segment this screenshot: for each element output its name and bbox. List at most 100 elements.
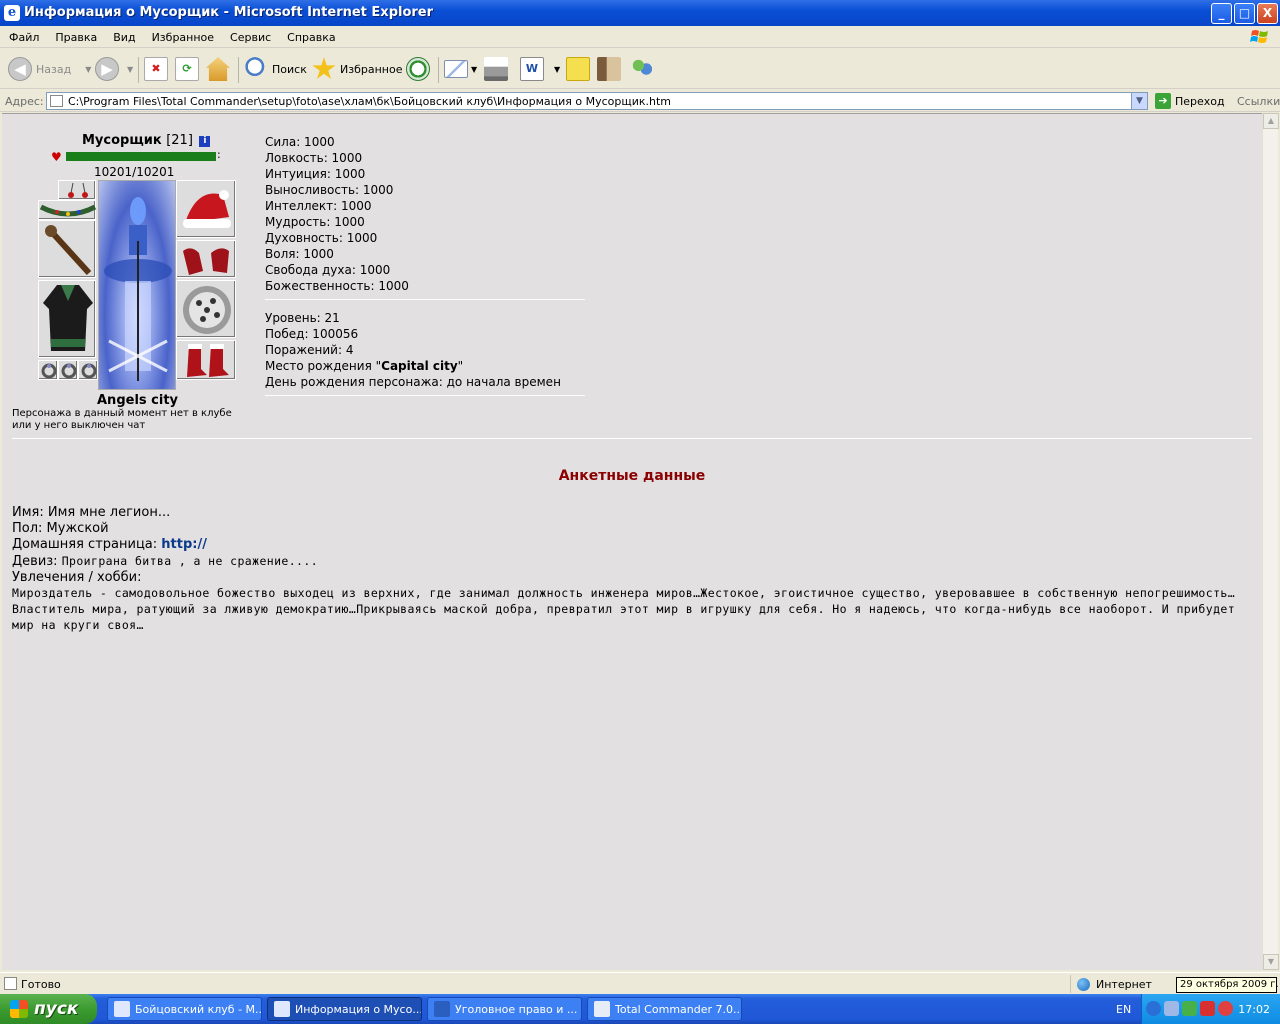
menu-view[interactable]: Вид xyxy=(104,27,142,49)
start-button[interactable]: пуск xyxy=(0,994,97,1024)
address-dropdown-icon[interactable]: ▼ xyxy=(1131,93,1147,109)
forward-dropdown-icon[interactable]: ▼ xyxy=(127,65,133,74)
task-info-page[interactable]: Информация о Мусо... xyxy=(267,997,422,1021)
clock[interactable]: 17:02 xyxy=(1238,1003,1270,1016)
mittens-icon xyxy=(183,248,229,275)
address-label: Адрес: xyxy=(5,95,44,108)
windows-logo-icon xyxy=(1250,30,1268,43)
opera-icon[interactable] xyxy=(1218,1001,1233,1016)
record-list: Уровень: 21 Побед: 100056 Поражений: 4 М… xyxy=(265,310,561,390)
star-icon xyxy=(312,57,336,79)
history-button[interactable] xyxy=(406,55,430,83)
zone-label: Интернет xyxy=(1096,977,1152,991)
task-label: Информация о Мусо... xyxy=(295,1002,422,1016)
spiked-shield-icon xyxy=(183,286,231,334)
stat-spirituality: Духовность: 1000 xyxy=(265,231,378,245)
anketa-title: Анкетные данные xyxy=(558,468,706,484)
scroll-down-icon[interactable]: ▼ xyxy=(1263,954,1279,970)
history-icon xyxy=(406,57,430,81)
anketa-gender: Пол: Мужской xyxy=(12,521,109,536)
earrings-icon xyxy=(68,182,88,198)
vertical-scrollbar[interactable]: ▲ ▼ xyxy=(1262,113,1279,970)
gloves-slot[interactable] xyxy=(176,240,236,278)
task-word-document[interactable]: Уголовное право и ... xyxy=(427,997,582,1021)
info-icon[interactable]: i xyxy=(199,136,211,147)
task-fight-club[interactable]: Бойцовский клуб - M... xyxy=(107,997,262,1021)
minimize-button[interactable]: _ xyxy=(1211,3,1232,24)
boots-slot[interactable] xyxy=(176,340,236,380)
back-dropdown-icon[interactable]: ▼ xyxy=(85,65,91,74)
menu-edit[interactable]: Правка xyxy=(46,27,104,49)
menu-help[interactable]: Справка xyxy=(278,27,342,49)
links-button[interactable]: Ссылки xyxy=(1237,95,1280,108)
go-button[interactable]: ➔ Переход xyxy=(1155,92,1225,110)
title-bar[interactable]: e Информация о Мусорщик - Microsoft Inte… xyxy=(0,0,1280,26)
menu-tools[interactable]: Сервис xyxy=(221,27,278,49)
toolbar-separator xyxy=(138,57,139,83)
taskbar: пуск Бойцовский клуб - M... Информация о… xyxy=(0,994,1280,1024)
total-commander-icon xyxy=(594,1001,610,1017)
print-button[interactable] xyxy=(484,55,508,83)
menu-file[interactable]: Файл xyxy=(0,27,46,49)
necklace-slot[interactable] xyxy=(38,200,97,220)
home-icon xyxy=(206,57,230,81)
forward-button[interactable]: ▶ ▼ xyxy=(95,55,133,83)
ring-slot-2[interactable] xyxy=(58,360,78,380)
menu-favorites[interactable]: Избранное xyxy=(143,27,221,49)
stats-list: Сила: 1000 Ловкость: 1000 Интуиция: 1000… xyxy=(265,134,409,294)
ring-slot-3[interactable] xyxy=(78,360,98,380)
helmet-slot[interactable] xyxy=(176,180,236,238)
home-button[interactable] xyxy=(206,55,230,83)
status-bar: Готово Интернет xyxy=(0,972,1280,994)
safely-remove-icon[interactable] xyxy=(1182,1001,1197,1016)
back-button[interactable]: ◀ Назад ▼ xyxy=(8,55,91,83)
discuss-button[interactable] xyxy=(566,55,590,83)
task-total-commander[interactable]: Total Commander 7.0... xyxy=(587,997,742,1021)
task-label: Уголовное право и ... xyxy=(455,1002,578,1016)
stats-divider xyxy=(265,299,585,300)
page-icon xyxy=(50,95,63,107)
refresh-button[interactable]: ⟳ xyxy=(175,55,199,83)
mail-dropdown-icon[interactable]: ▼ xyxy=(471,65,477,74)
mail-button[interactable]: ▼ xyxy=(444,55,477,83)
research-button[interactable] xyxy=(597,55,621,83)
edit-dropdown-icon[interactable]: ▼ xyxy=(554,65,560,74)
record-losses: Поражений: 4 xyxy=(265,343,354,357)
section-divider xyxy=(12,438,1252,439)
earrings-slot[interactable] xyxy=(58,180,96,200)
forward-arrow-icon: ▶ xyxy=(95,57,119,81)
maximize-button[interactable]: □ xyxy=(1234,3,1255,24)
tray-expand-icon[interactable] xyxy=(1146,1001,1161,1016)
shield-slot[interactable] xyxy=(176,280,236,338)
anketa-hobby-label: Увлечения / хобби: xyxy=(12,570,142,585)
toolbar: ◀ Назад ▼ ▶ ▼ ✖ ⟳ Поиск Избранное ▼ W ▼ xyxy=(0,49,1280,89)
stop-icon: ✖ xyxy=(144,57,168,81)
anketa-homepage: Домашняя страница: http:// xyxy=(12,537,318,553)
homepage-label: Домашняя страница: xyxy=(12,537,158,552)
scroll-up-icon[interactable]: ▲ xyxy=(1263,113,1279,129)
system-tray: 17:02 xyxy=(1141,994,1280,1024)
motto-value: Проиграна битва , а не сражение.... xyxy=(61,554,319,568)
stop-button[interactable]: ✖ xyxy=(144,55,168,83)
network-icon[interactable] xyxy=(1164,1001,1179,1016)
ring-slot-1[interactable] xyxy=(38,360,58,380)
record-wins: Побед: 100056 xyxy=(265,327,359,341)
homepage-link[interactable]: http:// xyxy=(161,537,207,552)
edit-button[interactable]: W ▼ xyxy=(520,55,560,83)
messenger-button[interactable] xyxy=(630,55,654,83)
ring-icon xyxy=(81,363,97,379)
favorites-button[interactable]: Избранное xyxy=(312,55,402,83)
language-indicator[interactable]: EN xyxy=(1116,1003,1131,1016)
go-label: Переход xyxy=(1175,94,1225,108)
anketa-hobby-text: Мироздатель - самодовольное божество вых… xyxy=(12,586,1236,632)
anketa-fields: Имя: Имя мне легион... Пол: Мужской Дома… xyxy=(12,505,318,586)
weapon-slot[interactable] xyxy=(38,220,96,278)
offline-note-line-1: Персонажа в данный момент нет в клубе xyxy=(12,408,232,419)
word-task-icon xyxy=(434,1001,450,1017)
close-button[interactable]: X xyxy=(1257,3,1278,24)
ring-icon xyxy=(41,363,57,379)
antivirus-icon[interactable] xyxy=(1200,1001,1215,1016)
armor-slot[interactable] xyxy=(38,280,96,358)
search-button[interactable]: Поиск xyxy=(244,55,307,83)
address-input[interactable]: C:\Program Files\Total Commander\setup\f… xyxy=(46,92,1148,110)
